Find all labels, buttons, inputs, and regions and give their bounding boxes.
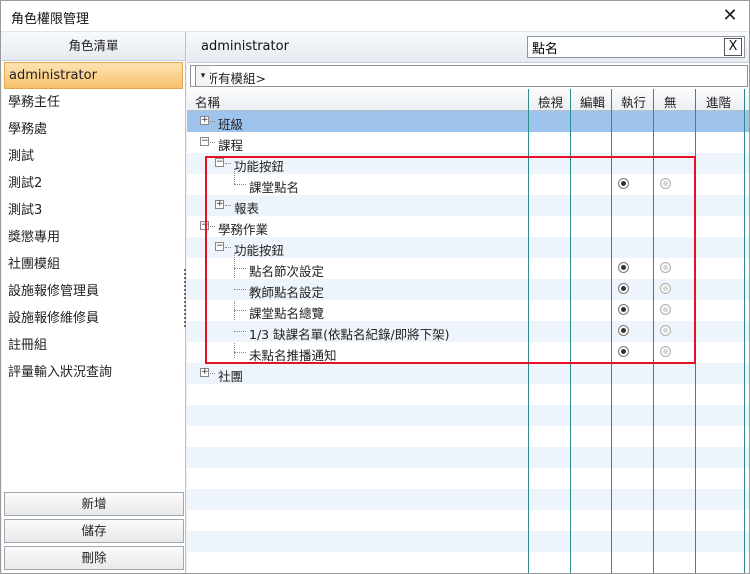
tree-row[interactable]: + 社團 xyxy=(187,363,749,384)
search-input[interactable] xyxy=(530,38,719,56)
collapse-icon[interactable]: − xyxy=(200,137,209,146)
role-item[interactable]: 學務主任 xyxy=(2,89,185,116)
save-button[interactable]: 儲存 xyxy=(4,519,184,543)
role-item[interactable]: 測試3 xyxy=(2,197,185,224)
role-item[interactable]: 設施報修管理員 xyxy=(2,278,185,305)
role-item[interactable]: 學務處 xyxy=(2,116,185,143)
role-item[interactable]: 社團模組 xyxy=(2,251,185,278)
tree-row-label: 班級 xyxy=(218,117,244,132)
tree-row[interactable]: + 班級 xyxy=(187,111,749,132)
role-list-panel: 角色清單 administrator 學務主任 學務處 測試 測試2 測試3 獎… xyxy=(2,32,186,573)
role-item[interactable]: 測試 xyxy=(2,143,185,170)
search-box: X xyxy=(527,36,745,58)
role-item[interactable]: 獎懲專用 xyxy=(2,224,185,251)
expand-icon[interactable]: + xyxy=(200,368,209,377)
empty-row xyxy=(187,510,749,531)
clear-search-button[interactable]: X xyxy=(724,38,742,56)
grid-header: 名稱 檢視 編輯 執行 無 進階 xyxy=(187,89,749,111)
current-role-title: administrator xyxy=(201,39,289,54)
permission-header: administrator X xyxy=(187,32,749,63)
empty-row xyxy=(187,531,749,552)
window-title: 角色權限管理 xyxy=(11,12,90,27)
column-header-view: 檢視 xyxy=(538,95,564,110)
role-list: administrator 學務主任 學務處 測試 測試2 測試3 獎懲專用 社… xyxy=(2,62,185,386)
empty-row xyxy=(187,468,749,489)
column-header-name: 名稱 xyxy=(195,95,221,110)
column-header-edit: 編輯 xyxy=(580,95,606,110)
empty-row xyxy=(187,489,749,510)
title-bar: 角色權限管理 ✕ xyxy=(1,1,749,32)
tree-row[interactable]: − 課程 xyxy=(187,132,749,153)
empty-row xyxy=(187,384,749,405)
module-select[interactable]: <所有模組> ▾ xyxy=(190,65,748,87)
chevron-down-icon[interactable]: ▾ xyxy=(195,66,210,86)
column-divider xyxy=(744,89,745,573)
role-list-header: 角色清單 xyxy=(2,32,185,61)
add-role-button[interactable]: 新增 xyxy=(4,492,184,516)
role-item[interactable]: 測試2 xyxy=(2,170,185,197)
close-icon[interactable]: ✕ xyxy=(719,5,741,27)
role-item[interactable]: administrator xyxy=(4,62,183,89)
empty-row xyxy=(187,426,749,447)
empty-row xyxy=(187,552,749,573)
role-item[interactable]: 設施報修維修員 xyxy=(2,305,185,332)
column-header-advanced: 進階 xyxy=(706,95,732,110)
tree-row-label: 社團 xyxy=(218,369,244,384)
column-header-none: 無 xyxy=(664,95,677,110)
delete-role-button[interactable]: 刪除 xyxy=(4,546,184,570)
empty-row xyxy=(187,447,749,468)
role-item[interactable]: 評量輸入狀況查詢 xyxy=(2,359,185,386)
expand-icon[interactable]: + xyxy=(200,116,209,125)
tree-row-label: 課程 xyxy=(218,138,244,153)
role-item[interactable]: 註冊組 xyxy=(2,332,185,359)
empty-row xyxy=(187,405,749,426)
callout-highlight-box xyxy=(205,156,696,364)
column-header-execute: 執行 xyxy=(621,95,647,110)
